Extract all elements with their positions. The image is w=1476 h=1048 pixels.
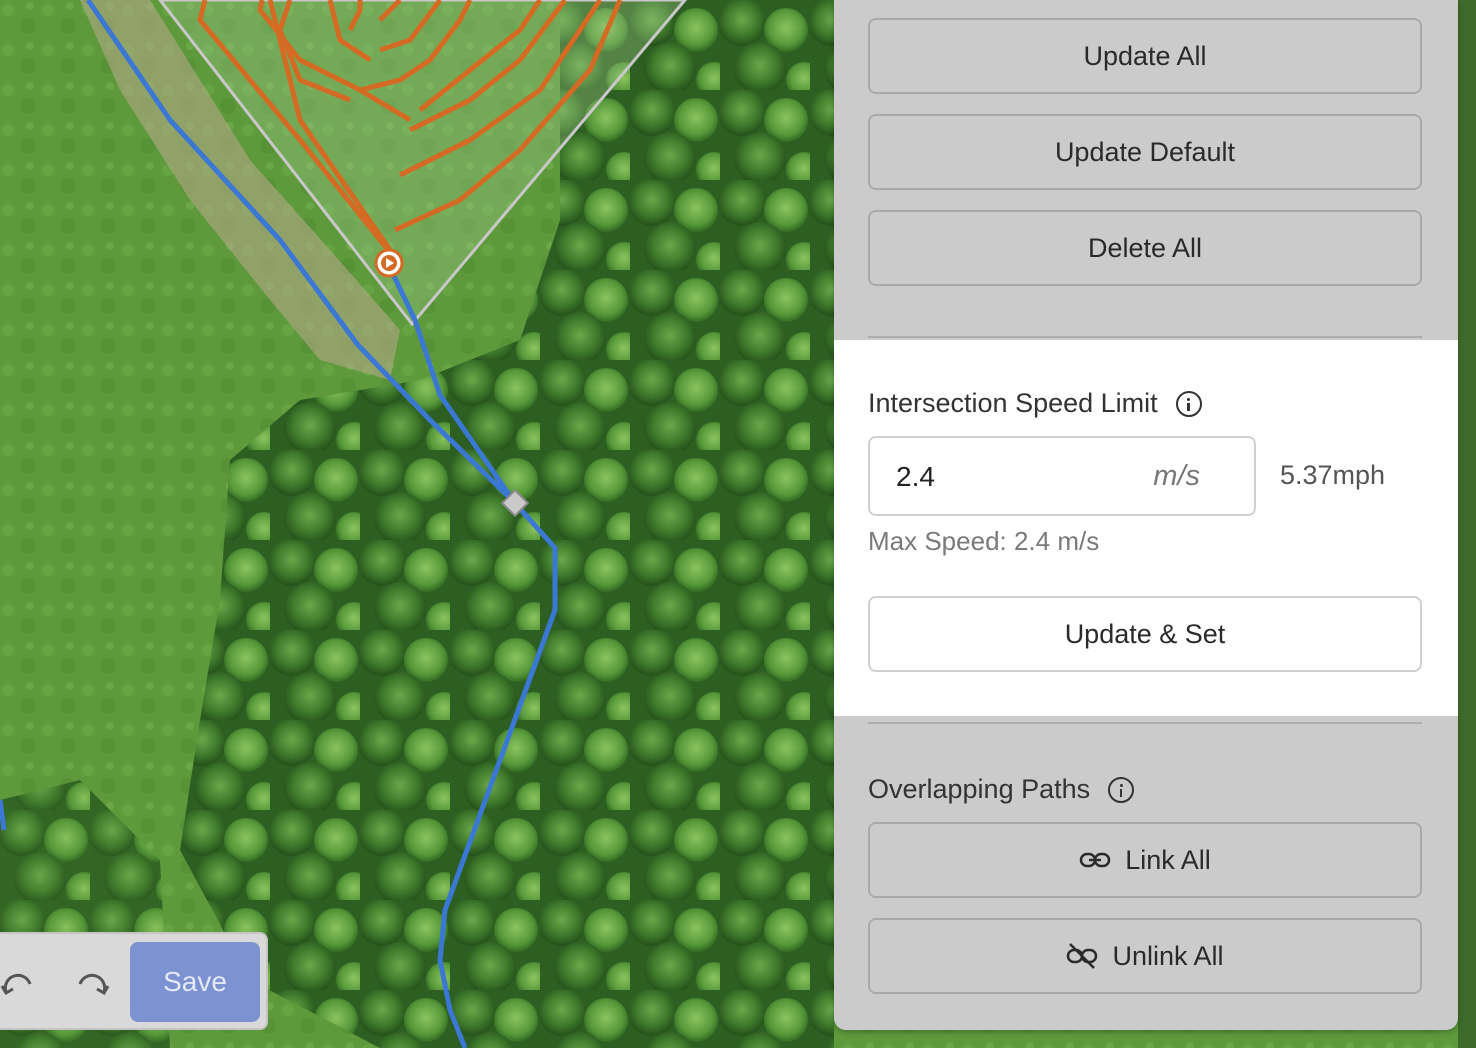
edit-toolbar: Save (0, 932, 268, 1030)
section-divider (868, 336, 1422, 338)
speed-limit-section: Intersection Speed Limit m/s 5.37mph Max… (834, 340, 1458, 716)
delete-all-label: Delete All (1087, 232, 1203, 263)
unlink-icon (1067, 943, 1098, 969)
link-icon (1079, 852, 1111, 868)
redo-icon[interactable] (70, 962, 114, 1006)
speed-limit-title: Intersection Speed Limit (868, 388, 1158, 418)
speed-limit-title-row: Intersection Speed Limit (868, 388, 1202, 419)
update-all-button[interactable]: Update All (868, 18, 1422, 94)
save-button[interactable]: Save (130, 942, 260, 1022)
update-set-label: Update & Set (1064, 618, 1226, 649)
overlapping-paths-title-row: Overlapping Paths (868, 774, 1135, 805)
info-icon[interactable] (1175, 390, 1202, 417)
speed-limit-input[interactable] (894, 458, 1118, 496)
info-icon[interactable] (1108, 776, 1135, 803)
max-speed-hint: Max Speed: 2.4 m/s (868, 526, 1100, 556)
update-all-label: Update All (1083, 40, 1207, 71)
speed-unit-label: m/s (1153, 460, 1200, 492)
undo-icon[interactable] (0, 962, 40, 1006)
link-all-label: Link All (1125, 844, 1211, 875)
section-divider (868, 722, 1422, 724)
speed-converted-label: 5.37mph (1280, 460, 1386, 490)
update-default-button[interactable]: Update Default (868, 114, 1422, 190)
unlink-all-label: Unlink All (1112, 940, 1224, 971)
play-marker-icon (374, 248, 404, 278)
speed-limit-field[interactable]: m/s (868, 436, 1256, 516)
unlink-all-button[interactable]: Unlink All (868, 918, 1422, 994)
update-set-button[interactable]: Update & Set (868, 596, 1422, 672)
delete-all-button[interactable]: Delete All (868, 210, 1422, 286)
path-settings-panel: Update All Update Default Delete All Int… (834, 0, 1458, 1030)
link-all-button[interactable]: Link All (868, 822, 1422, 898)
update-default-label: Update Default (1054, 136, 1236, 167)
map-strip (1458, 0, 1476, 1048)
overlapping-paths-title: Overlapping Paths (868, 774, 1091, 804)
